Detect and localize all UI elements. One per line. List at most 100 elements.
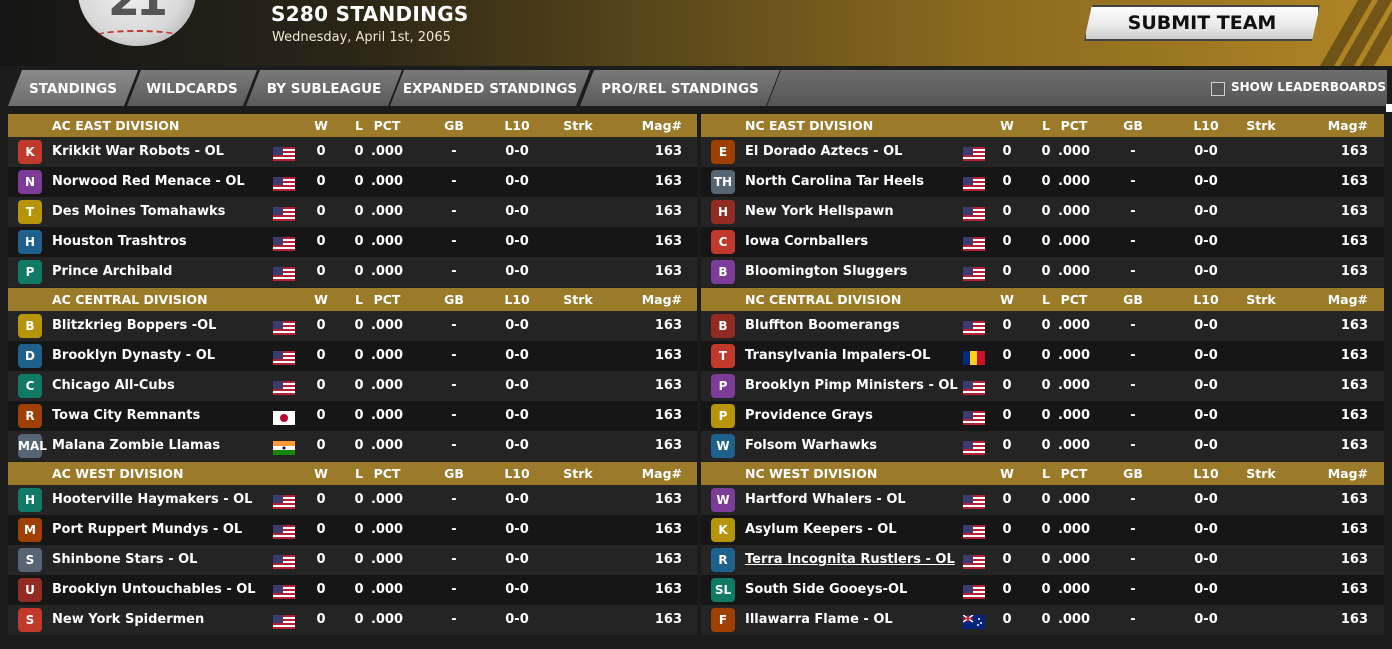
column-header-strk[interactable]: Strk <box>1231 118 1291 133</box>
scrollbar-marker[interactable] <box>1386 104 1392 112</box>
team-name-link[interactable]: Brooklyn Untouchables - OL <box>52 582 256 597</box>
team-row[interactable]: S New York Spidermen 0 0.000-0-0 163 <box>8 605 697 635</box>
team-row[interactable]: C Chicago All-Cubs 0 0.000-0-0 163 <box>8 371 697 401</box>
team-name-link[interactable]: New York Hellspawn <box>745 204 894 219</box>
column-header-l10[interactable]: L10 <box>1176 292 1236 307</box>
column-header-l10[interactable]: L10 <box>1176 118 1236 133</box>
team-name-link[interactable]: Chicago All-Cubs <box>52 378 175 393</box>
team-row[interactable]: SL South Side Gooeys-OL 0 0.000-0-0 163 <box>701 575 1384 605</box>
team-logo-icon: S <box>18 608 42 632</box>
team-name-link[interactable]: Houston Trashtros <box>52 234 187 249</box>
column-header-pct[interactable]: PCT <box>357 292 417 307</box>
team-name-link[interactable]: Malana Zombie Llamas <box>52 438 220 453</box>
column-header-gb[interactable]: GB <box>1103 466 1163 481</box>
team-name-link[interactable]: Brooklyn Pimp Ministers - OL <box>745 378 958 393</box>
team-row[interactable]: MAL Malana Zombie Llamas 0 0.000-0-0 163 <box>8 431 697 461</box>
game-logo-text: 21 <box>108 0 168 26</box>
team-name-link[interactable]: Transylvania Impalers-OL <box>745 348 930 363</box>
team-name-link[interactable]: Blitzkrieg Boppers -OL <box>52 318 216 333</box>
team-row[interactable]: P Prince Archibald 0 0.000-0-0 163 <box>8 257 697 287</box>
team-name-link[interactable]: Brooklyn Dynasty - OL <box>52 348 215 363</box>
team-name-link[interactable]: Bloomington Sluggers <box>745 264 907 279</box>
team-row[interactable]: B Bloomington Sluggers 0 0.000-0-0 163 <box>701 257 1384 287</box>
show-leaderboards-checkbox[interactable] <box>1211 82 1225 96</box>
team-row[interactable]: H Houston Trashtros 0 0.000-0-0 163 <box>8 227 697 257</box>
team-name-link[interactable]: New York Spidermen <box>52 612 204 627</box>
column-header-mag[interactable]: Mag# <box>632 118 682 133</box>
column-header-pct[interactable]: PCT <box>1044 466 1104 481</box>
team-row[interactable]: B Bluffton Boomerangs 0 0.000-0-0 163 <box>701 311 1384 341</box>
team-row[interactable]: W Folsom Warhawks 0 0.000-0-0 163 <box>701 431 1384 461</box>
team-row[interactable]: K Krikkit War Robots - OL 0 0.000-0-0 163 <box>8 137 697 167</box>
team-row[interactable]: P Brooklyn Pimp Ministers - OL 0 0.000-0-0 1… <box>701 371 1384 401</box>
submit-team-button[interactable]: SUBMIT TEAM <box>1084 5 1320 41</box>
team-name-link[interactable]: Illawarra Flame - OL <box>745 612 893 627</box>
column-header-l10[interactable]: L10 <box>487 118 547 133</box>
column-header-strk[interactable]: Strk <box>548 292 608 307</box>
team-name-link[interactable]: Norwood Red Menace - OL <box>52 174 245 189</box>
team-row[interactable]: R Terra Incognita Rustlers - OL 0 0.000-0-0… <box>701 545 1384 575</box>
team-name-link[interactable]: Des Moines Tomahawks <box>52 204 225 219</box>
column-header-pct[interactable]: PCT <box>357 466 417 481</box>
team-row[interactable]: S Shinbone Stars - OL 0 0.000-0-0 163 <box>8 545 697 575</box>
column-header-mag[interactable]: Mag# <box>632 466 682 481</box>
team-name-link[interactable]: Asylum Keepers - OL <box>745 522 897 537</box>
tab-standings[interactable]: STANDINGS <box>8 70 138 106</box>
team-row[interactable]: U Brooklyn Untouchables - OL 0 0.000-0-0 163 <box>8 575 697 605</box>
team-row[interactable]: W Hartford Whalers - OL 0 0.000-0-0 163 <box>701 485 1384 515</box>
team-name-link[interactable]: South Side Gooeys-OL <box>745 582 907 597</box>
tab-by-subleague[interactable]: BY SUBLEAGUE <box>246 70 402 106</box>
team-row[interactable]: T Transylvania Impalers-OL 0 0.000-0-0 163 <box>701 341 1384 371</box>
team-row[interactable]: T Des Moines Tomahawks 0 0.000-0-0 163 <box>8 197 697 227</box>
team-name-link[interactable]: Prince Archibald <box>52 264 172 279</box>
column-header-mag[interactable]: Mag# <box>1318 118 1368 133</box>
team-row[interactable]: B Blitzkrieg Boppers -OL 0 0.000-0-0 163 <box>8 311 697 341</box>
column-header-strk[interactable]: Strk <box>1231 292 1291 307</box>
team-row[interactable]: TH North Carolina Tar Heels 0 0.000-0-0 163 <box>701 167 1384 197</box>
team-name-link[interactable]: Iowa Cornballers <box>745 234 868 249</box>
team-row[interactable]: F Illawarra Flame - OL 0 0.000-0-0 163 <box>701 605 1384 635</box>
column-header-mag[interactable]: Mag# <box>632 292 682 307</box>
column-header-gb[interactable]: GB <box>424 466 484 481</box>
tab-wildcards[interactable]: WILDCARDS <box>127 70 257 106</box>
team-name-link[interactable]: Terra Incognita Rustlers - OL <box>745 552 955 567</box>
column-header-pct[interactable]: PCT <box>1044 292 1104 307</box>
column-header-gb[interactable]: GB <box>1103 118 1163 133</box>
team-name-link[interactable]: North Carolina Tar Heels <box>745 174 924 189</box>
team-name-link[interactable]: Hartford Whalers - OL <box>745 492 906 507</box>
column-header-strk[interactable]: Strk <box>548 118 608 133</box>
team-row[interactable]: P Providence Grays 0 0.000-0-0 163 <box>701 401 1384 431</box>
team-name-link[interactable]: Shinbone Stars - OL <box>52 552 197 567</box>
team-name-link[interactable]: Port Ruppert Mundys - OL <box>52 522 242 537</box>
team-row[interactable]: K Asylum Keepers - OL 0 0.000-0-0 163 <box>701 515 1384 545</box>
team-name-link[interactable]: Folsom Warhawks <box>745 438 877 453</box>
column-header-strk[interactable]: Strk <box>1231 466 1291 481</box>
column-header-pct[interactable]: PCT <box>1044 118 1104 133</box>
team-name-link[interactable]: Bluffton Boomerangs <box>745 318 900 333</box>
team-row[interactable]: M Port Ruppert Mundys - OL 0 0.000-0-0 163 <box>8 515 697 545</box>
column-header-gb[interactable]: GB <box>424 292 484 307</box>
team-row[interactable]: R Towa City Remnants 0 0.000-0-0 163 <box>8 401 697 431</box>
column-header-l10[interactable]: L10 <box>487 292 547 307</box>
column-header-l10[interactable]: L10 <box>487 466 547 481</box>
tab-pro-rel-standings[interactable]: PRO/REL STANDINGS <box>580 70 780 106</box>
team-row[interactable]: H Hooterville Haymakers - OL 0 0.000-0-0 163 <box>8 485 697 515</box>
column-header-mag[interactable]: Mag# <box>1318 466 1368 481</box>
column-header-pct[interactable]: PCT <box>357 118 417 133</box>
team-name-link[interactable]: Hooterville Haymakers - OL <box>52 492 252 507</box>
team-name-link[interactable]: Providence Grays <box>745 408 873 423</box>
team-row[interactable]: D Brooklyn Dynasty - OL 0 0.000-0-0 163 <box>8 341 697 371</box>
team-row[interactable]: E El Dorado Aztecs - OL 0 0.000-0-0 163 <box>701 137 1384 167</box>
team-name-link[interactable]: Krikkit War Robots - OL <box>52 144 224 159</box>
tab-expanded-standings[interactable]: EXPANDED STANDINGS <box>390 70 590 106</box>
team-row[interactable]: C Iowa Cornballers 0 0.000-0-0 163 <box>701 227 1384 257</box>
column-header-l10[interactable]: L10 <box>1176 466 1236 481</box>
team-name-link[interactable]: El Dorado Aztecs - OL <box>745 144 902 159</box>
column-header-mag[interactable]: Mag# <box>1318 292 1368 307</box>
column-header-gb[interactable]: GB <box>424 118 484 133</box>
column-header-strk[interactable]: Strk <box>548 466 608 481</box>
team-name-link[interactable]: Towa City Remnants <box>52 408 200 423</box>
column-header-gb[interactable]: GB <box>1103 292 1163 307</box>
team-row[interactable]: H New York Hellspawn 0 0.000-0-0 163 <box>701 197 1384 227</box>
team-row[interactable]: N Norwood Red Menace - OL 0 0.000-0-0 163 <box>8 167 697 197</box>
